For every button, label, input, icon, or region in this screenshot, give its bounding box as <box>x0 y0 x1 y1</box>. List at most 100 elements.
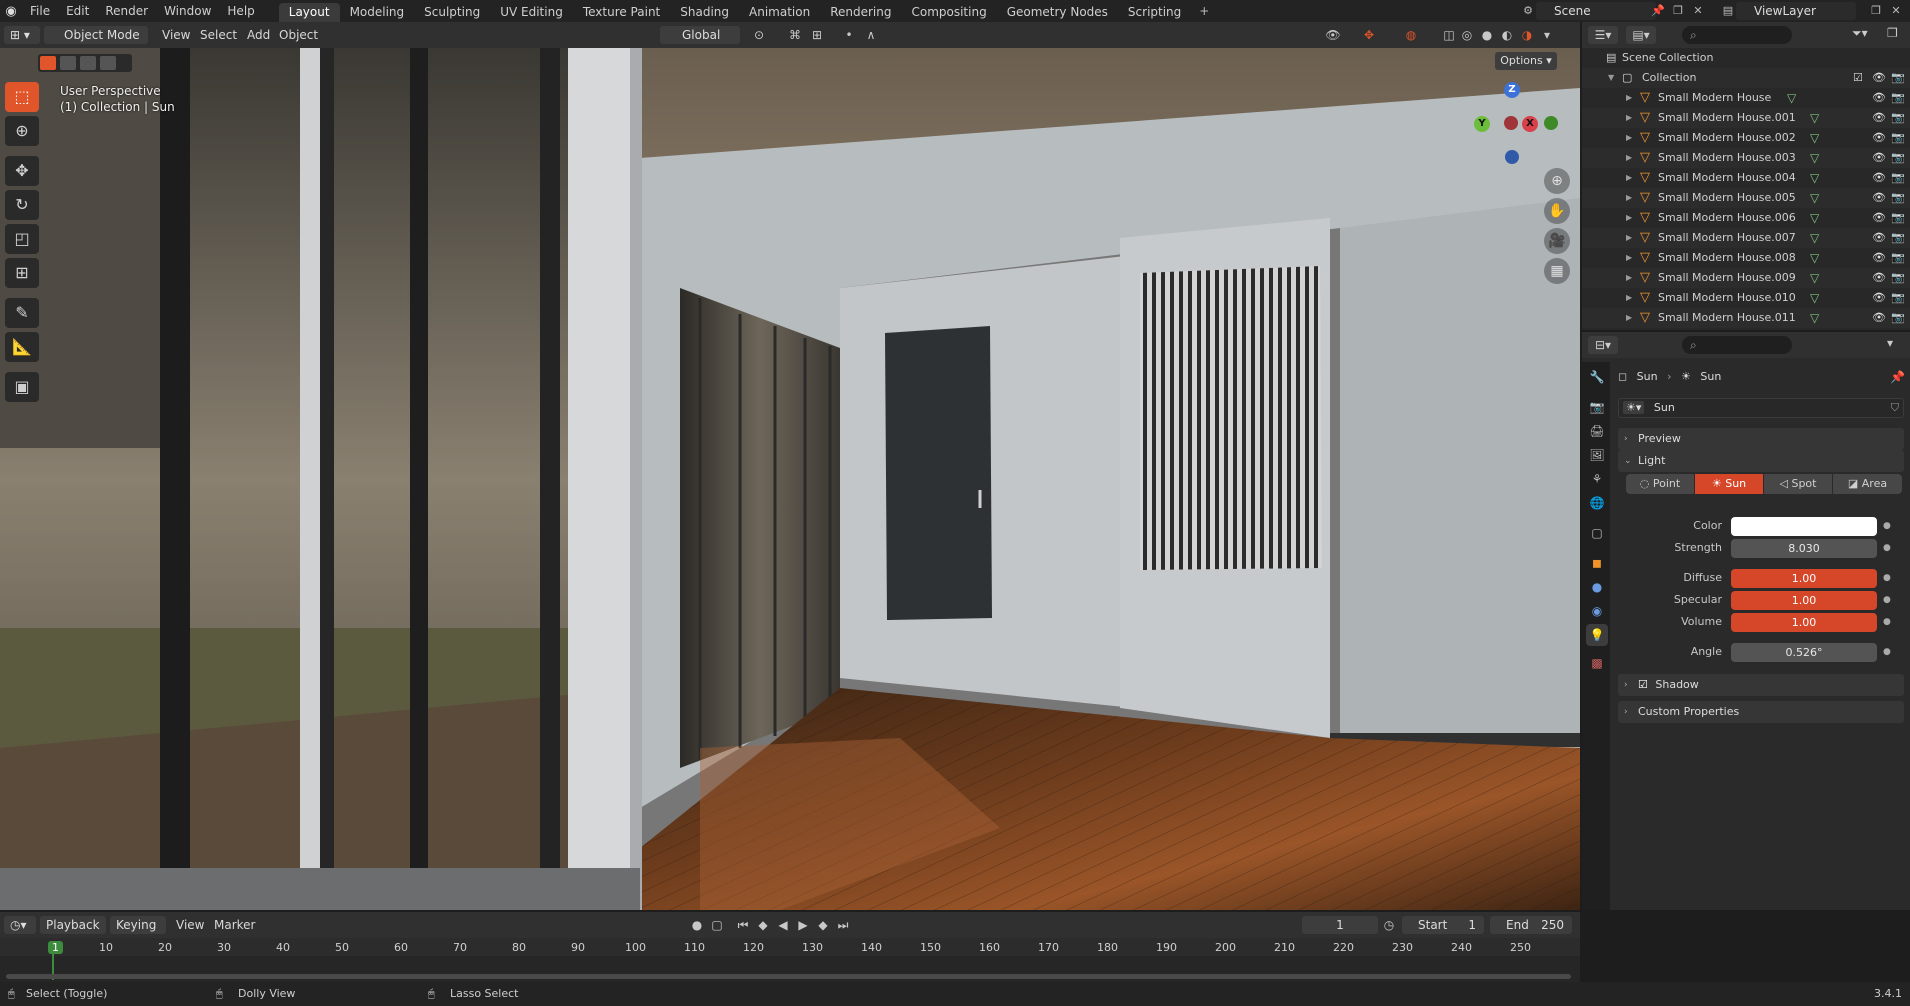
light-type-sun-button[interactable]: ☀ Sun <box>1695 474 1763 494</box>
mode-selector[interactable]: Object Mode <box>44 26 148 44</box>
keyframe-dot-icon[interactable]: ● <box>1883 517 1891 536</box>
shading-options-icon[interactable]: ▾ <box>1538 26 1556 44</box>
collection-row[interactable]: ▼ ▢ Collection ☑ 👁 📷 <box>1582 68 1910 88</box>
shadow-panel-header[interactable]: › ☑ Shadow <box>1618 674 1904 696</box>
collection-tab-icon[interactable]: ▢ <box>1586 522 1608 544</box>
preview-range-icon[interactable]: ◷ <box>1380 916 1398 934</box>
rendered-shading-icon[interactable]: ◑ <box>1518 26 1536 44</box>
outliner-item[interactable]: ▶ ▽ Small Modern House.011 ▽ 👁 📷 <box>1582 308 1910 328</box>
light-type-area-button[interactable]: ◪ Area <box>1833 474 1902 494</box>
expand-triangle-icon[interactable]: ▶ <box>1626 288 1632 308</box>
snap-icon[interactable]: ⌘ <box>786 26 804 44</box>
expand-triangle-icon[interactable]: ▶ <box>1626 228 1632 248</box>
outliner-item[interactable]: ▶ ▽ Small Modern House.004 ▽ 👁 📷 <box>1582 168 1910 188</box>
wireframe-shading-icon[interactable]: ◎ <box>1458 26 1476 44</box>
snap-target-icon[interactable]: ⊞ <box>808 26 826 44</box>
xray-icon[interactable]: ◫ <box>1440 26 1458 44</box>
tab-sculpting[interactable]: Sculpting <box>414 3 490 22</box>
eye-icon[interactable]: 👁 <box>1872 228 1886 248</box>
gizmo-x-axis[interactable]: X <box>1522 116 1538 132</box>
mesh-data-icon[interactable]: ▽ <box>1810 128 1819 148</box>
eye-icon[interactable]: 👁 <box>1872 268 1886 288</box>
gizmo-z-axis[interactable]: Z <box>1504 82 1520 98</box>
keyframe-dot-icon[interactable]: ● <box>1883 569 1891 588</box>
preview-panel-header[interactable]: › Preview <box>1618 428 1904 450</box>
volume-field[interactable]: 1.00 <box>1731 613 1877 632</box>
tab-geometry-nodes[interactable]: Geometry Nodes <box>997 3 1118 22</box>
properties-search-input[interactable]: ⌕ <box>1682 336 1792 354</box>
timeline-view-menu[interactable]: View <box>176 916 204 934</box>
mesh-data-icon[interactable]: ▽ <box>1810 108 1819 128</box>
menu-window[interactable]: Window <box>156 0 219 22</box>
menu-edit[interactable]: Edit <box>58 0 97 22</box>
gizmo-toggle-icon[interactable]: ✥ <box>1360 26 1378 44</box>
menu-object[interactable]: Object <box>279 26 318 44</box>
visibility-icon[interactable]: 👁 <box>1324 26 1342 44</box>
eye-icon[interactable]: 👁 <box>1872 188 1886 208</box>
prev-keyframe-icon[interactable]: ◆ <box>754 916 772 934</box>
expand-triangle-icon[interactable]: ▶ <box>1626 148 1632 168</box>
mesh-data-icon[interactable]: ▽ <box>1810 248 1819 268</box>
outliner-item[interactable]: ▶ ▽ Small Modern House.003 ▽ 👁 📷 <box>1582 148 1910 168</box>
timeline-marker-menu[interactable]: Marker <box>214 916 255 934</box>
eye-icon[interactable]: 👁 <box>1872 208 1886 228</box>
solid-shading-icon[interactable]: ● <box>1478 26 1496 44</box>
falloff-icon[interactable]: ∧ <box>862 26 880 44</box>
outliner-item[interactable]: ▶ ▽ Small Modern House.001 ▽ 👁 📷 <box>1582 108 1910 128</box>
physics-tab-icon[interactable]: ◉ <box>1586 600 1608 622</box>
outliner-item[interactable]: ▶ ▽ Small Modern House.007 ▽ 👁 📷 <box>1582 228 1910 248</box>
render-camera-icon[interactable]: 📷 <box>1891 168 1905 188</box>
light-type-spot-button[interactable]: ◁ Spot <box>1764 474 1832 494</box>
delete-view-layer-icon[interactable]: ✕ <box>1888 3 1904 19</box>
play-icon[interactable]: ▶ <box>794 916 812 934</box>
filter-icon[interactable]: ⏷▾ <box>1852 26 1868 41</box>
gizmo-neg-y-axis[interactable] <box>1544 116 1558 130</box>
tab-compositing[interactable]: Compositing <box>901 3 996 22</box>
timeline-area[interactable]: 1 10 20 30 40 50 60 70 80 90 100 110 120… <box>0 938 1580 982</box>
tab-layout[interactable]: Layout <box>278 2 340 22</box>
move-tool-icon[interactable]: ✥ <box>5 156 39 186</box>
texture-tab-icon[interactable]: ▩ <box>1586 652 1608 674</box>
expand-triangle-icon[interactable]: ▶ <box>1626 168 1632 188</box>
auto-keying-icon[interactable]: ● <box>688 916 706 934</box>
render-camera-icon[interactable]: 📷 <box>1891 128 1905 148</box>
transform-orientation-dropdown[interactable]: Global <box>660 26 740 44</box>
keyframe-dot-icon[interactable]: ● <box>1883 643 1891 662</box>
mesh-data-icon[interactable]: ▽ <box>1810 308 1819 328</box>
tab-uv-editing[interactable]: UV Editing <box>490 3 573 22</box>
select-extend-icon[interactable] <box>60 56 76 70</box>
render-camera-icon[interactable]: 📷 <box>1891 148 1905 168</box>
new-collection-icon[interactable]: ❐ <box>1887 26 1898 40</box>
editor-type-button[interactable]: ⊞ ▾ <box>4 26 40 44</box>
add-workspace-button[interactable]: + <box>1195 2 1213 20</box>
view-layer-selector-icon[interactable]: ▤ <box>1720 3 1736 19</box>
playback-menu[interactable]: Playback ▾ <box>40 916 106 950</box>
display-mode-icon[interactable]: ▤▾ <box>1626 26 1656 44</box>
expand-triangle-icon[interactable]: ▶ <box>1626 108 1632 128</box>
render-camera-icon[interactable]: 📷 <box>1891 208 1905 228</box>
outliner-item[interactable]: ▶ ▽ Small Modern House.006 ▽ 👁 📷 <box>1582 208 1910 228</box>
menu-help[interactable]: Help <box>219 0 262 22</box>
next-keyframe-icon[interactable]: ◆ <box>814 916 832 934</box>
scene-collection-row[interactable]: ▤ Scene Collection <box>1582 48 1910 68</box>
jump-start-icon[interactable]: ⏮ <box>734 916 752 934</box>
tool-tab-icon[interactable]: 🔧 <box>1586 366 1608 388</box>
tab-texture-paint[interactable]: Texture Paint <box>573 3 670 22</box>
menu-render[interactable]: Render <box>97 0 156 22</box>
outliner-item[interactable]: ▶ ▽ Small Modern House ▽ 👁 📷 <box>1582 88 1910 108</box>
fake-user-icon[interactable]: ⛉ <box>1891 399 1899 417</box>
mesh-data-icon[interactable]: ▽ <box>1810 228 1819 248</box>
eye-icon[interactable]: 👁 <box>1872 148 1886 168</box>
eye-icon[interactable]: 👁 <box>1872 88 1886 108</box>
collection-checkbox-icon[interactable]: ☑ <box>1853 68 1863 88</box>
mesh-data-icon[interactable]: ▽ <box>1787 88 1796 108</box>
jump-end-icon[interactable]: ⏭ <box>834 916 852 934</box>
camera-view-icon[interactable]: 🎥 <box>1544 228 1570 254</box>
expand-triangle-icon[interactable]: ▶ <box>1626 88 1632 108</box>
diffuse-field[interactable]: 1.00 <box>1731 569 1877 588</box>
delete-scene-icon[interactable]: ✕ <box>1690 3 1706 19</box>
material-shading-icon[interactable]: ◐ <box>1498 26 1516 44</box>
pin-scene-icon[interactable]: 📌 <box>1650 3 1666 19</box>
timeline-editor-type-button[interactable]: ◷▾ <box>4 916 36 934</box>
tab-rendering[interactable]: Rendering <box>820 3 901 22</box>
